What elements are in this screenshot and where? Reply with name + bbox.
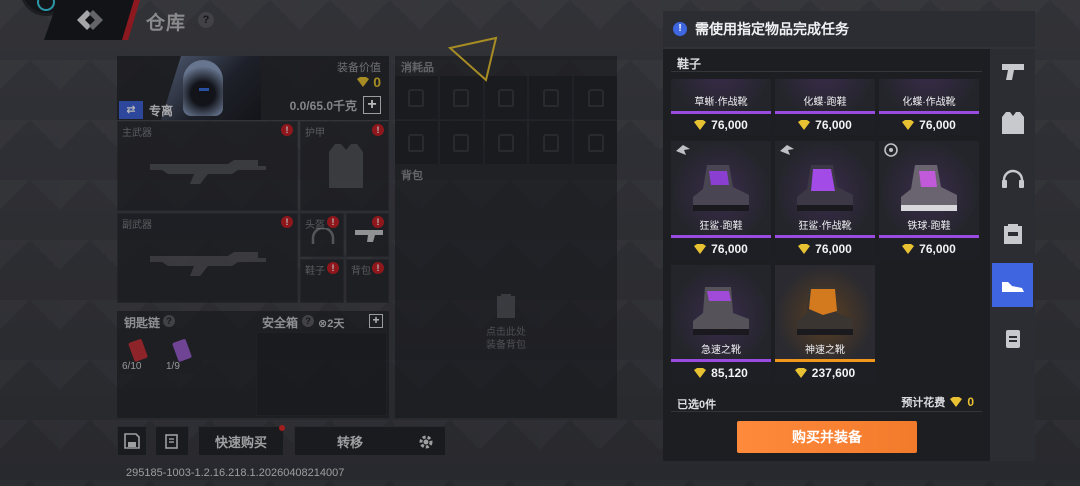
shop-card[interactable]: 狂鲨·作战靴 76,000 xyxy=(775,141,875,259)
shop-card[interactable]: 化蝶·作战靴 76,000 xyxy=(879,79,979,135)
category-shoes[interactable] xyxy=(992,263,1033,307)
backpack-icon xyxy=(1003,224,1022,244)
category-rail xyxy=(990,49,1035,461)
shop-card[interactable]: 铁球·跑鞋 76,000 xyxy=(879,141,979,259)
boot-icon xyxy=(797,165,853,211)
selected-count: 已选0件 xyxy=(677,399,717,411)
category-headset[interactable] xyxy=(990,157,1035,201)
shop-modal: 鞋子 草蜥·作战靴 76,000 化蝶·跑鞋 76,000 化蝶·作战靴 76,000… xyxy=(663,49,990,461)
category-backpack[interactable] xyxy=(990,211,1035,255)
boot-icon xyxy=(797,287,853,335)
shop-card[interactable]: 急速之靴 85,120 xyxy=(671,265,771,383)
modal-title: 需使用指定物品完成任务 xyxy=(695,21,849,37)
shop-row-0: 草蜥·作战靴 76,000 化蝶·跑鞋 76,000 化蝶·作战靴 76,000 xyxy=(671,79,982,135)
modal-header: ! 需使用指定物品完成任务 xyxy=(663,11,1035,47)
info-icon: ! xyxy=(673,22,687,36)
buy-and-equip-button[interactable]: 购买并装备 xyxy=(737,421,917,453)
category-armor[interactable] xyxy=(990,101,1035,145)
estimated-cost: 预计花费 0 xyxy=(901,395,974,409)
shark-brand-icon xyxy=(780,145,794,155)
shop-card[interactable]: 神速之靴 237,600 xyxy=(775,265,875,383)
category-container[interactable] xyxy=(990,317,1035,361)
ball-brand-icon xyxy=(884,143,898,157)
boot-icon xyxy=(901,165,957,211)
shoe-icon xyxy=(1001,282,1024,292)
currency-icon xyxy=(950,397,963,407)
boot-icon xyxy=(693,287,749,335)
shop-card[interactable]: 化蝶·跑鞋 76,000 xyxy=(775,79,875,135)
category-label: 鞋子 xyxy=(677,57,702,71)
armor-icon xyxy=(1001,112,1024,134)
shop-card[interactable]: 狂鲨·跑鞋 76,000 xyxy=(671,141,771,259)
category-pistol[interactable] xyxy=(990,49,1035,93)
boot-icon xyxy=(693,165,749,211)
pistol-icon xyxy=(1001,64,1024,80)
shop-card[interactable]: 草蜥·作战靴 76,000 xyxy=(671,79,771,135)
headset-icon xyxy=(1001,169,1024,188)
shark-brand-icon xyxy=(676,145,690,155)
container-icon xyxy=(1005,330,1020,348)
